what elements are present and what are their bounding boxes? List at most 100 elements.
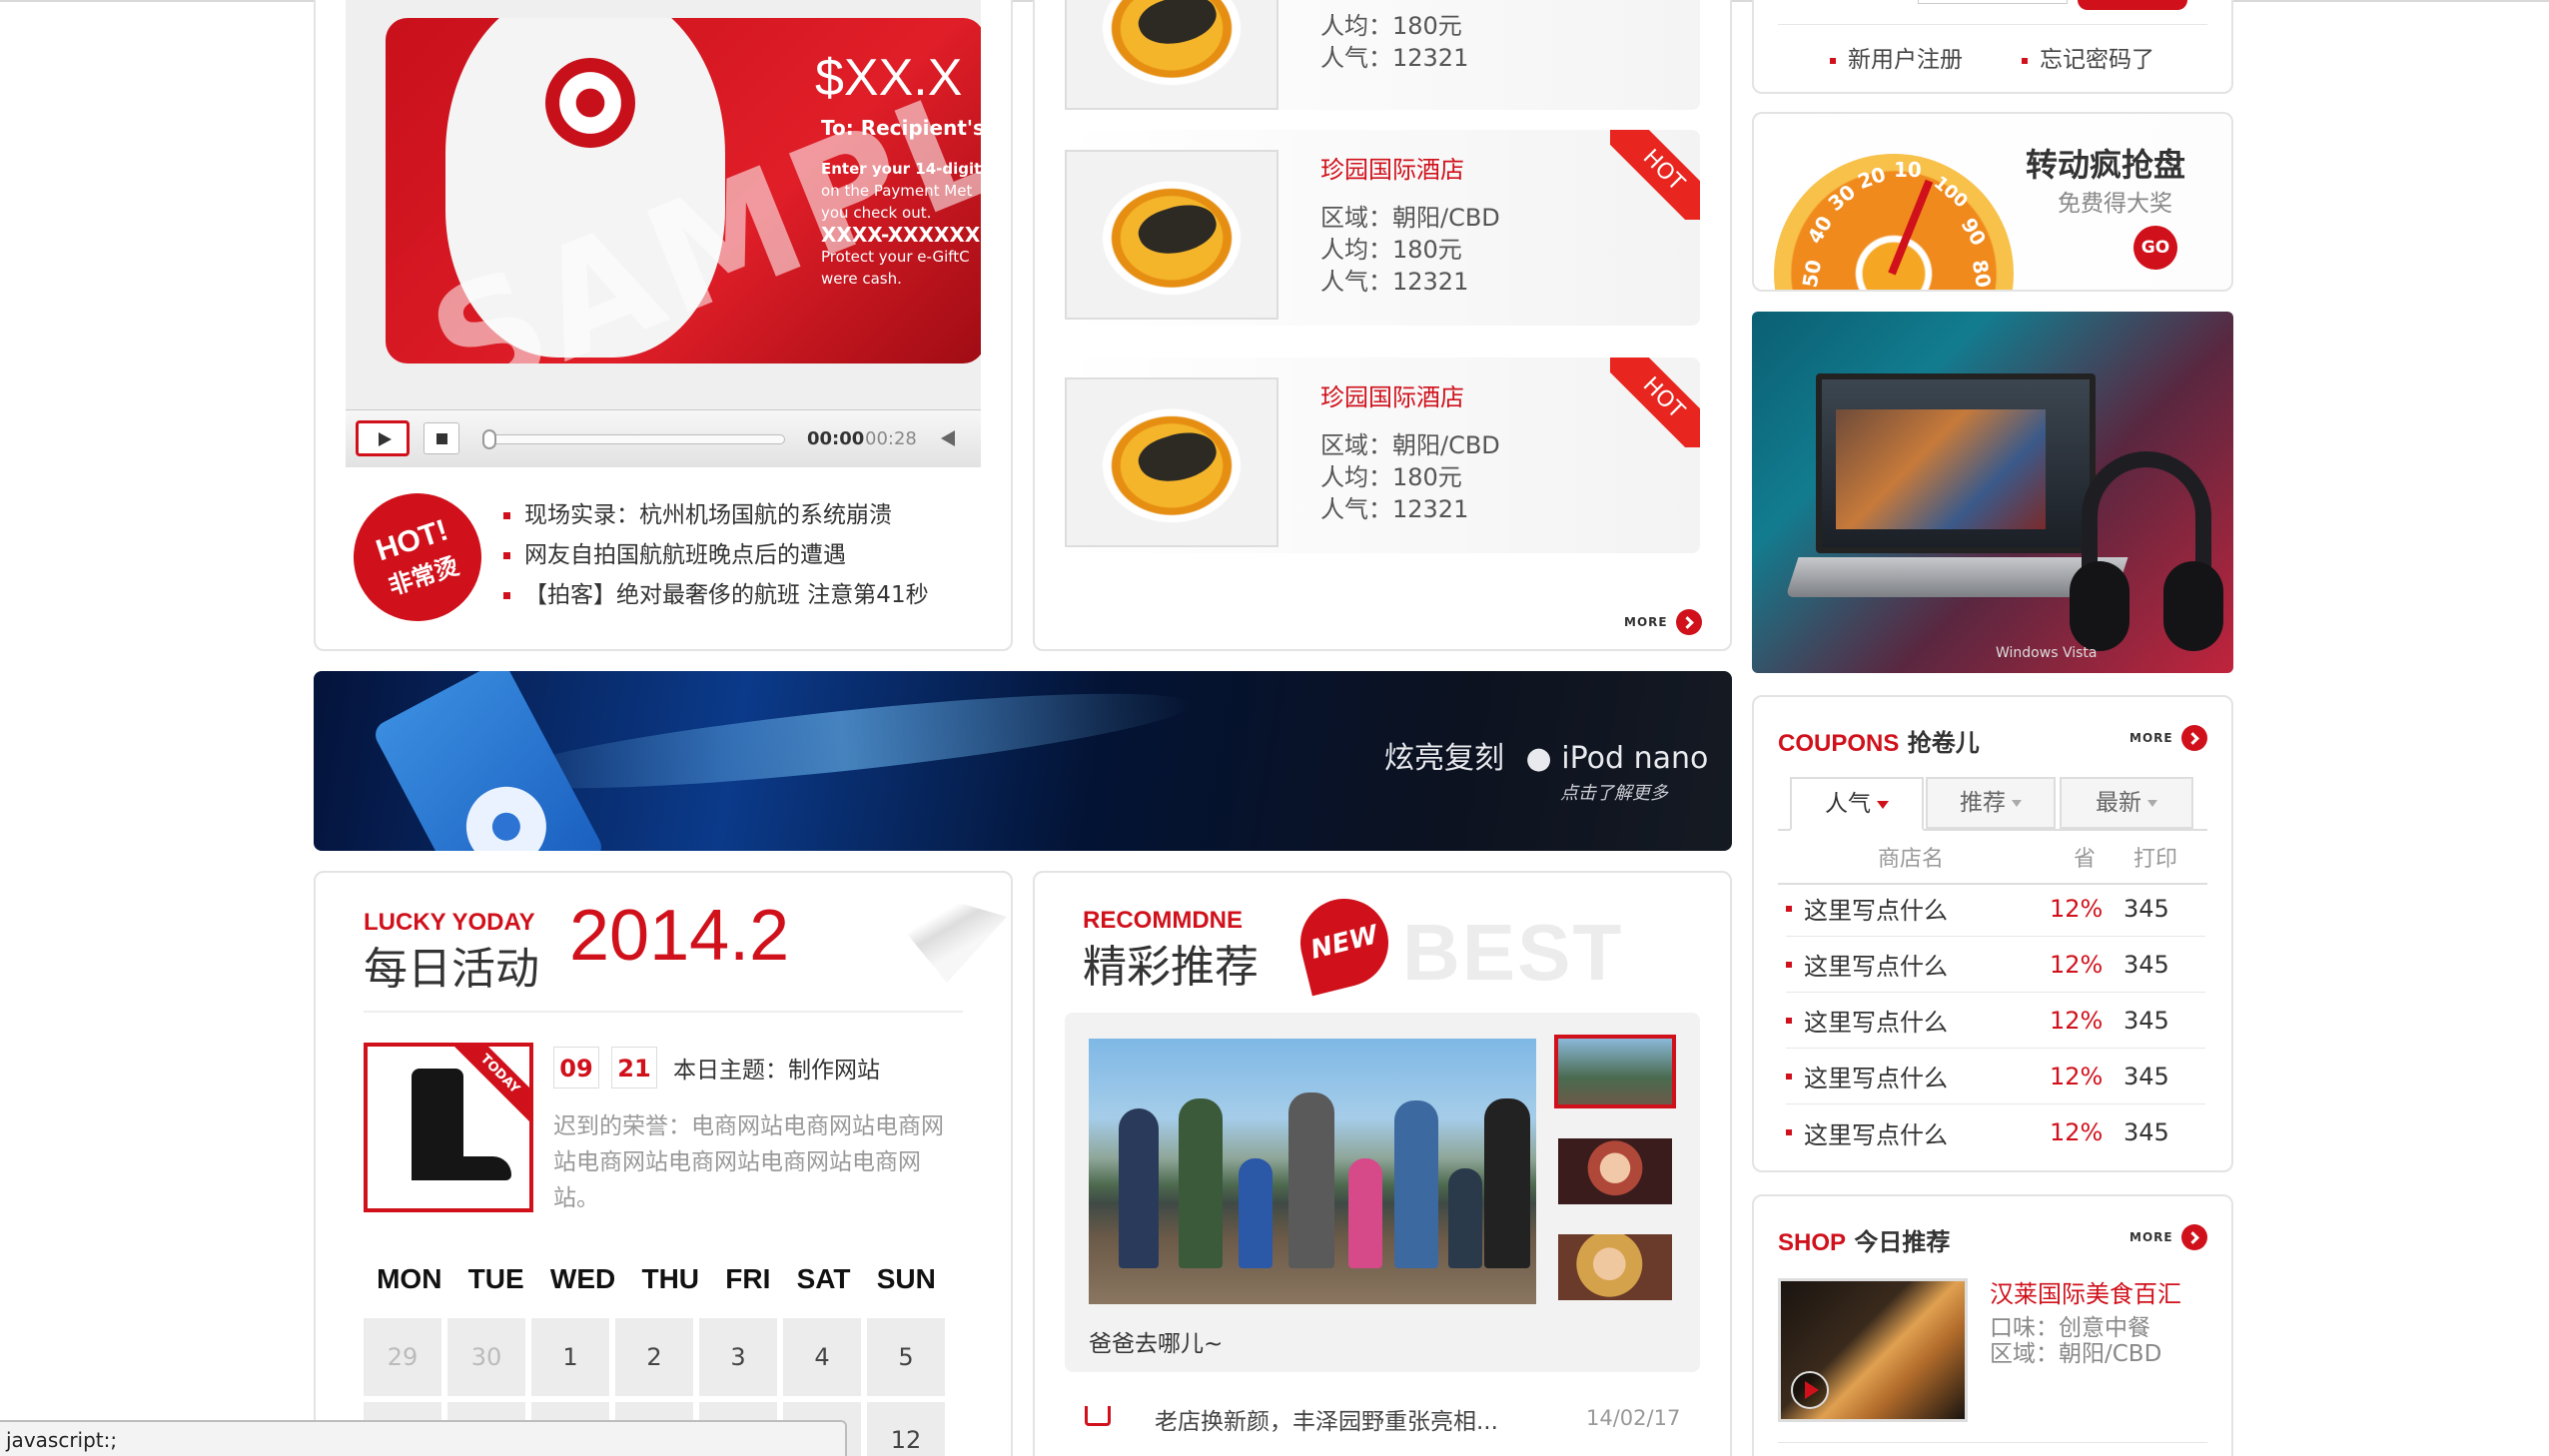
thumbnail[interactable] [1558, 1138, 1672, 1204]
restaurants-more-link[interactable]: MORE [1624, 609, 1702, 635]
weekday-label: MON [377, 1263, 442, 1294]
wheel-go-button[interactable]: GO [2133, 226, 2177, 270]
news-item[interactable]: 现场实录：杭州机场国航的系统崩溃 [503, 495, 929, 535]
restaurant-area: 区域：朝阳/CBD [1320, 431, 1500, 459]
banner-product: iPod nano [1561, 741, 1709, 776]
volume-icon[interactable] [941, 430, 955, 446]
shop-more-link[interactable]: MORE [2129, 1224, 2207, 1250]
shop-image[interactable] [1778, 1278, 1968, 1422]
calendar-day[interactable]: 3 [699, 1318, 777, 1396]
caret-down-icon [1877, 800, 1889, 809]
play-icon [1805, 1381, 1819, 1399]
arrow-right-icon [2180, 1224, 2207, 1250]
status-text: javascript:; [6, 1428, 118, 1452]
news-date: 14/02/17 [1586, 1406, 1681, 1430]
tab-label: 最新 [2096, 790, 2141, 816]
daily-description: 迟到的荣誉：电商网站电商网站电商网站电商网站电商网站电商网站电商网站。 [553, 1113, 944, 1211]
ipod-banner[interactable]: 炫亮复刻 ● iPod nano 点击了解更多 [314, 671, 1732, 851]
calendar-day[interactable]: 4 [783, 1318, 861, 1396]
bullet-icon [1786, 1017, 1792, 1024]
restaurant-per: 人均：180元 [1320, 12, 1462, 40]
shop-divider [1778, 1442, 2207, 1443]
bullet-icon [1786, 905, 1792, 912]
gift-card-image: $XX.X To: Recipient's Enter your 14-digi… [386, 18, 981, 364]
coupon-row[interactable]: 这里写点什么 12% 345 [1786, 1049, 2205, 1104]
news-item[interactable]: 网友自拍国航航班晚点后的遭遇 [503, 535, 929, 575]
player-controls: 00:00 00:28 [346, 409, 981, 467]
weekday-label: THU [641, 1263, 700, 1294]
restaurant-name[interactable]: 珍园国际酒店 [1320, 154, 1500, 186]
hot-tag: HOT [1610, 358, 1700, 447]
news-item-label: 现场实录：杭州机场国航的系统崩溃 [524, 502, 892, 528]
laptop-ad[interactable]: Windows Vista [1752, 312, 2233, 673]
caret-down-icon [2012, 800, 2022, 807]
weekday-label: TUE [467, 1263, 524, 1294]
cart-icon [1085, 1406, 1111, 1426]
progress-track[interactable] [485, 434, 785, 444]
calendar-day[interactable]: 29 [364, 1318, 441, 1396]
tab-recommended[interactable]: 推荐 [1926, 777, 2056, 829]
calendar-day[interactable]: 1 [531, 1318, 609, 1396]
coupon-row[interactable]: 这里写点什么 12% 345 [1786, 881, 2205, 937]
coupon-row[interactable]: 这里写点什么 12% 345 [1786, 1104, 2205, 1160]
tab-latest[interactable]: 最新 [2060, 777, 2193, 829]
hot-tag-label: HOT [1610, 130, 1700, 220]
bullet-icon [503, 512, 510, 519]
recommend-title-cn: 精彩推荐 [1083, 942, 1259, 993]
news-item[interactable]: 【拍客】绝对最奢侈的航班 注意第41秒 [503, 575, 929, 615]
restaurant-card-partial[interactable]: 人均：180元 人气：12321 [1065, 0, 1700, 110]
register-link[interactable]: 新用户注册 [1830, 40, 1963, 74]
bullet-icon [1786, 1073, 1792, 1080]
restaurant-area: 区域：朝阳/CBD [1320, 204, 1500, 232]
restaurant-card[interactable]: 珍园国际酒店 区域：朝阳/CBD 人均：180元 人气：12321 HOT [1065, 358, 1700, 553]
play-button[interactable] [356, 420, 410, 456]
hot-tag: HOT [1610, 130, 1700, 220]
thumbnail[interactable] [1558, 1234, 1672, 1300]
restaurant-card[interactable]: 珍园国际酒店 区域：朝阳/CBD 人均：180元 人气：12321 HOT [1065, 130, 1700, 326]
coupons-more-link[interactable]: MORE [2129, 725, 2207, 751]
restaurant-pop: 人气：12321 [1320, 44, 1469, 72]
thumbnail-selected[interactable] [1554, 1035, 1676, 1108]
coupons-header-row: 商店名 省 打印 [1778, 841, 2207, 885]
coupon-print: 345 [2124, 894, 2169, 923]
shop-name[interactable]: 汉莱国际美食百汇 [1990, 1274, 2181, 1309]
main-photo[interactable] [1089, 1039, 1536, 1304]
coupon-name: 这里写点什么 [1804, 1120, 1948, 1149]
coupon-print: 345 [2124, 950, 2169, 979]
news-link[interactable]: 老店换新颜，丰泽园野重张亮相... [1155, 1402, 1498, 1436]
apple-icon: ● [1525, 741, 1552, 776]
stop-button[interactable] [424, 422, 459, 454]
coupon-name: 这里写点什么 [1804, 953, 1948, 981]
wheel-promo[interactable]: 50 40 30 20 10 100 90 80 转动疯抢盘 免费得大奖 GO [1752, 112, 2233, 292]
shop-title-en: SHOP [1778, 1229, 1847, 1256]
hot-tag-label: HOT [1610, 358, 1700, 447]
daily-title-cn: 每日活动 [364, 944, 539, 995]
product-thumbnail[interactable]: TODAY [364, 1043, 533, 1212]
calendar-day[interactable]: 30 [447, 1318, 525, 1396]
calendar-day[interactable]: 12 [867, 1402, 945, 1456]
login-button-partial[interactable] [2078, 0, 2187, 10]
time-total: 00:28 [865, 428, 917, 449]
weekday-label: SUN [876, 1263, 936, 1294]
tab-popular[interactable]: 人气 [1790, 777, 1924, 831]
video-player[interactable]: $XX.X To: Recipient's Enter your 14-digi… [346, 0, 981, 467]
time-current: 00:00 [807, 428, 865, 449]
restaurant-name[interactable]: 珍园国际酒店 [1320, 381, 1500, 413]
restaurant-info: 珍园国际酒店 区域：朝阳/CBD 人均：180元 人气：12321 [1320, 154, 1500, 298]
calendar-day[interactable]: 2 [615, 1318, 693, 1396]
coupon-row[interactable]: 这里写点什么 12% 345 [1786, 937, 2205, 993]
calendar-day[interactable]: 5 [867, 1318, 945, 1396]
restaurant-per: 人均：180元 [1320, 463, 1462, 491]
progress-handle[interactable] [482, 429, 496, 449]
best-watermark: BEST [1402, 908, 1624, 997]
coupons-title-cn: 抢卷儿 [1907, 729, 1980, 757]
forgot-password-link[interactable]: 忘记密码了 [2022, 40, 2154, 74]
header-store: 商店名 [1878, 847, 1945, 872]
headphone-cup [2070, 561, 2129, 651]
coupon-name: 这里写点什么 [1804, 1009, 1948, 1037]
coupon-row[interactable]: 这里写点什么 12% 345 [1786, 993, 2205, 1049]
login-input-partial[interactable] [1918, 0, 2068, 4]
light-streak [491, 674, 1195, 808]
wheel-subtitle: 免费得大奖 [2058, 191, 2172, 217]
header-print: 打印 [2133, 847, 2178, 872]
